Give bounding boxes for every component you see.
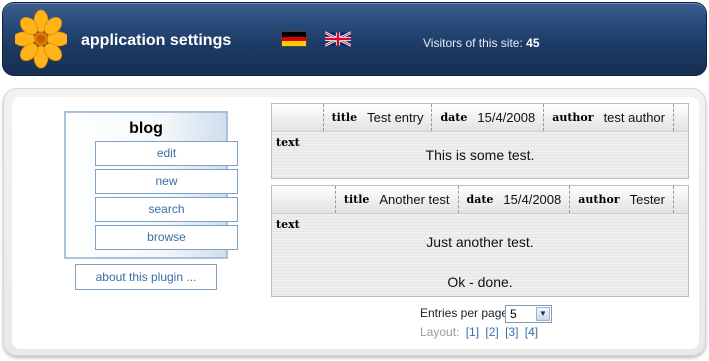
layout-selector: Layout: [1] [2] [3] [4]	[420, 325, 538, 339]
layout-link-3[interactable]: [3]	[505, 325, 518, 339]
entry-text-line: Just another test.	[426, 234, 534, 250]
select-value: 5	[510, 307, 517, 321]
visitor-counter: Visitors of this site: 45	[423, 36, 540, 50]
entry-header: title Another test date 15/4/2008 author…	[272, 186, 688, 214]
entry-text: This is some test.	[425, 147, 535, 163]
entry-title-field: title Another test	[334, 186, 458, 213]
search-button[interactable]: search	[95, 197, 238, 222]
visitor-label: Visitors of this site:	[423, 36, 523, 50]
edit-button[interactable]: edit	[95, 141, 238, 166]
layout-link-1[interactable]: [1]	[466, 325, 479, 339]
new-button[interactable]: new	[95, 169, 238, 194]
entry-text-line: Ok - done.	[447, 274, 513, 290]
blog-entry: title Test entry date 15/4/2008 author t…	[271, 103, 689, 179]
text-label: text	[276, 218, 300, 231]
author-label: author	[578, 193, 620, 206]
entry-author-field: author test author	[543, 104, 674, 131]
entry-body: text This is some test.	[272, 132, 688, 178]
header-bar: application settings Visitors of this si…	[2, 2, 707, 76]
entry-author: test author	[603, 110, 665, 125]
entry-date: 15/4/2008	[503, 192, 562, 207]
entry-title: Another test	[379, 192, 450, 207]
author-label: author	[552, 111, 594, 124]
flower-logo-icon	[15, 9, 67, 69]
layout-label: Layout:	[420, 325, 460, 339]
entry-title: Test entry	[367, 110, 424, 125]
entry-date-field: date 15/4/2008	[431, 104, 543, 131]
plugin-menu: blog edit new search browse	[64, 111, 238, 259]
title-label: title	[343, 193, 370, 206]
layout-link-2[interactable]: [2]	[485, 325, 498, 339]
layout-link-4[interactable]: [4]	[525, 325, 538, 339]
german-flag-icon[interactable]	[281, 31, 307, 47]
entry-body: text Just another test. Ok - done.	[272, 214, 688, 296]
visitor-count: 45	[526, 36, 540, 50]
entries-per-page-select[interactable]: 5 ▼	[505, 305, 552, 323]
entry-author: Tester	[629, 192, 665, 207]
plugin-title: blog	[129, 120, 163, 137]
date-label: date	[466, 193, 494, 206]
uk-flag-icon[interactable]	[325, 31, 351, 47]
entry-author-field: author Tester	[569, 186, 674, 213]
entry-date: 15/4/2008	[477, 110, 536, 125]
entry-header: title Test entry date 15/4/2008 author t…	[272, 104, 688, 132]
entry-date-field: date 15/4/2008	[457, 186, 570, 213]
entries-per-page-label: Entries per page	[420, 306, 509, 320]
app-title: application settings	[81, 32, 232, 49]
entry-title-field: title Test entry	[322, 104, 432, 131]
date-label: date	[440, 111, 468, 124]
blog-entry: title Another test date 15/4/2008 author…	[271, 185, 689, 297]
about-plugin-button[interactable]: about this plugin ...	[75, 264, 217, 290]
browse-button[interactable]: browse	[95, 225, 238, 250]
chevron-down-icon[interactable]: ▼	[536, 307, 550, 321]
title-label: title	[331, 111, 358, 124]
